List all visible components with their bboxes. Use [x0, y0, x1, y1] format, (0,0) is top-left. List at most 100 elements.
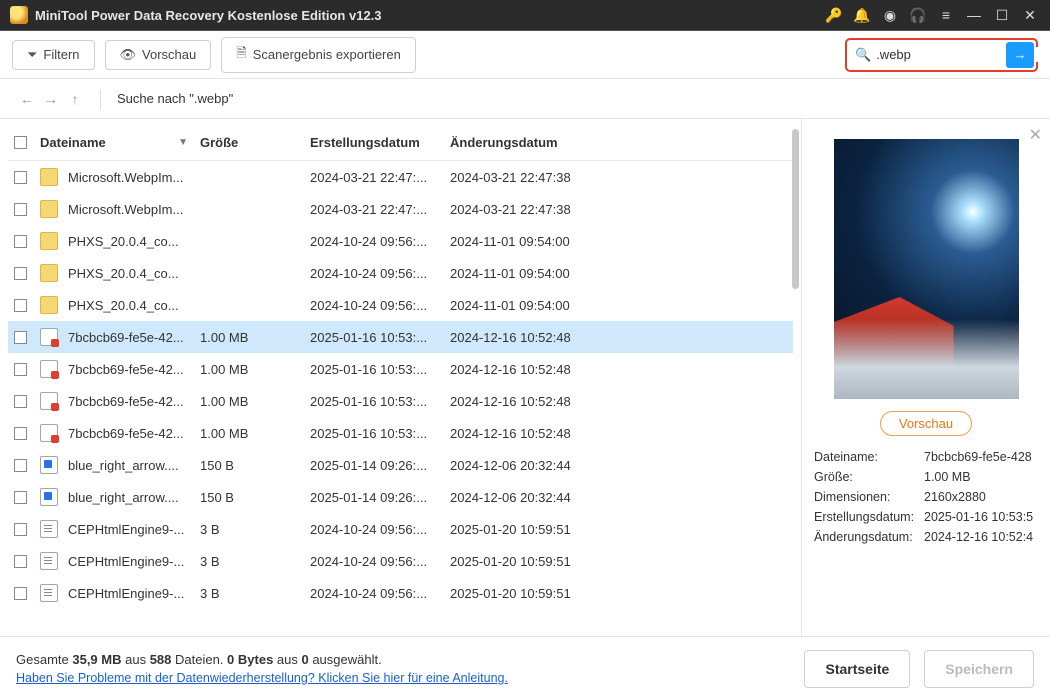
- breadcrumb: Suche nach ".webp": [117, 91, 233, 106]
- export-icon: 🗎: [236, 44, 246, 66]
- meta-label-size: Größe:: [814, 470, 924, 484]
- file-created: 2025-01-14 09:26:...: [310, 490, 450, 505]
- filter-label: Filtern: [43, 47, 79, 62]
- close-preview-icon[interactable]: ✕: [1029, 125, 1042, 145]
- file-modified: 2024-12-06 20:32:44: [450, 490, 600, 505]
- footer-summary: Gesamte 35,9 MB aus 588 Dateien. 0 Bytes…: [16, 652, 508, 667]
- file-created: 2025-01-14 09:26:...: [310, 458, 450, 473]
- table-row[interactable]: CEPHtmlEngine9-...3 B2024-10-24 09:56:..…: [8, 545, 793, 577]
- vertical-scrollbar[interactable]: [792, 129, 799, 289]
- table-header: Dateiname ▼ Größe Erstellungsdatum Änder…: [8, 125, 793, 161]
- table-row[interactable]: 7bcbcb69-fe5e-42...1.00 MB2025-01-16 10:…: [8, 353, 793, 385]
- row-checkbox[interactable]: [14, 427, 27, 440]
- close-window-button[interactable]: ✕: [1016, 1, 1044, 29]
- file-name: 7bcbcb69-fe5e-42...: [68, 330, 184, 345]
- home-button[interactable]: Startseite: [804, 650, 910, 688]
- row-checkbox[interactable]: [14, 171, 27, 184]
- row-checkbox[interactable]: [14, 459, 27, 472]
- toolbar: ⏷ Filtern 👁 Vorschau 🗎 Scanergebnis expo…: [0, 31, 1050, 79]
- search-box[interactable]: 🔍 ⓧ: [849, 42, 1004, 67]
- row-checkbox[interactable]: [14, 363, 27, 376]
- row-checkbox[interactable]: [14, 555, 27, 568]
- disc-icon[interactable]: ◉: [876, 1, 904, 29]
- table-row[interactable]: blue_right_arrow.... 150 B2025-01-14 09:2…: [8, 449, 793, 481]
- maximize-button[interactable]: ☐: [988, 1, 1016, 29]
- meta-value-dim: 2160x2880: [924, 490, 1038, 504]
- file-list-pane: Dateiname ▼ Größe Erstellungsdatum Änder…: [0, 119, 802, 636]
- row-checkbox[interactable]: [14, 331, 27, 344]
- table-row[interactable]: Microsoft.WebpIm...2024-03-21 22:47:...2…: [8, 161, 793, 193]
- filter-button[interactable]: ⏷ Filtern: [12, 40, 95, 70]
- row-checkbox[interactable]: [14, 587, 27, 600]
- col-created-header[interactable]: Erstellungsdatum: [310, 135, 450, 150]
- table-row[interactable]: PHXS_20.0.4_co...2024-10-24 09:56:...202…: [8, 257, 793, 289]
- preview-button[interactable]: Vorschau: [880, 411, 972, 436]
- file-name: CEPHtmlEngine9-...: [68, 586, 184, 601]
- file-icon: [40, 488, 58, 506]
- file-modified: 2024-12-06 20:32:44: [450, 458, 600, 473]
- funnel-icon: ⏷: [27, 47, 37, 63]
- row-checkbox[interactable]: [14, 235, 27, 248]
- meta-value-size: 1.00 MB: [924, 470, 1038, 484]
- save-button[interactable]: Speichern: [924, 650, 1034, 688]
- row-checkbox[interactable]: [14, 491, 27, 504]
- file-modified: 2025-01-20 10:59:51: [450, 554, 600, 569]
- export-label: Scanergebnis exportieren: [253, 47, 401, 62]
- license-key-icon[interactable]: 🔑: [820, 1, 848, 29]
- col-size-header[interactable]: Größe: [200, 135, 310, 150]
- support-icon[interactable]: 🎧: [904, 1, 932, 29]
- export-button[interactable]: 🗎 Scanergebnis exportieren: [221, 37, 416, 73]
- menu-icon[interactable]: ≡: [932, 1, 960, 29]
- file-created: 2025-01-16 10:53:...: [310, 362, 450, 377]
- row-checkbox[interactable]: [14, 299, 27, 312]
- folder-icon: [40, 200, 58, 218]
- nav-up-button[interactable]: ↑: [66, 91, 84, 107]
- preview-toolbar-button[interactable]: 👁 Vorschau: [105, 40, 212, 70]
- row-checkbox[interactable]: [14, 523, 27, 536]
- file-icon: [40, 328, 58, 346]
- meta-value-modified: 2024-12-16 10:52:4: [924, 530, 1038, 544]
- table-row[interactable]: blue_right_arrow.... 150 B2025-01-14 09:2…: [8, 481, 793, 513]
- file-modified: 2024-12-16 10:52:48: [450, 394, 600, 409]
- file-name: 7bcbcb69-fe5e-42...: [68, 362, 184, 377]
- main-content: Dateiname ▼ Größe Erstellungsdatum Änder…: [0, 119, 1050, 636]
- table-row[interactable]: PHXS_20.0.4_co...2024-10-24 09:56:...202…: [8, 225, 793, 257]
- folder-icon: [40, 232, 58, 250]
- row-checkbox[interactable]: [14, 267, 27, 280]
- file-created: 2024-03-21 22:47:...: [310, 202, 450, 217]
- meta-label-created: Erstellungsdatum:: [814, 510, 924, 524]
- file-name: blue_right_arrow....: [68, 458, 179, 473]
- nav-forward-button[interactable]: →: [42, 91, 60, 107]
- row-checkbox[interactable]: [14, 395, 27, 408]
- folder-icon: [40, 264, 58, 282]
- table-row[interactable]: 7bcbcb69-fe5e-42...1.00 MB2025-01-16 10:…: [8, 321, 793, 353]
- table-row[interactable]: PHXS_20.0.4_co...2024-10-24 09:56:...202…: [8, 289, 793, 321]
- search-go-button[interactable]: →: [1006, 42, 1034, 68]
- notifications-icon[interactable]: 🔔: [848, 1, 876, 29]
- file-name: blue_right_arrow....: [68, 490, 179, 505]
- minimize-button[interactable]: —: [960, 1, 988, 29]
- file-modified: 2024-11-01 09:54:00: [450, 298, 600, 313]
- col-modified-header[interactable]: Änderungsdatum: [450, 135, 600, 150]
- help-link[interactable]: Haben Sie Probleme mit der Datenwiederhe…: [16, 671, 508, 685]
- file-size: 150 B: [200, 458, 310, 473]
- table-row[interactable]: 7bcbcb69-fe5e-42...1.00 MB2025-01-16 10:…: [8, 417, 793, 449]
- file-modified: 2024-03-21 22:47:38: [450, 170, 600, 185]
- nav-back-button[interactable]: ←: [18, 91, 36, 107]
- file-name: PHXS_20.0.4_co...: [68, 234, 179, 249]
- file-size: 150 B: [200, 490, 310, 505]
- table-row[interactable]: 7bcbcb69-fe5e-42...1.00 MB2025-01-16 10:…: [8, 385, 793, 417]
- select-all-checkbox[interactable]: [14, 136, 27, 149]
- file-size: 1.00 MB: [200, 394, 310, 409]
- table-row[interactable]: CEPHtmlEngine9-... 3 B2024-10-24 09:56:..…: [8, 577, 793, 609]
- col-name-header[interactable]: Dateiname ▼: [40, 135, 200, 150]
- file-created: 2024-10-24 09:56:...: [310, 554, 450, 569]
- row-checkbox[interactable]: [14, 203, 27, 216]
- file-size: 3 B: [200, 586, 310, 601]
- file-created: 2024-10-24 09:56:...: [310, 586, 450, 601]
- file-icon: [40, 520, 58, 538]
- file-modified: 2025-01-20 10:59:51: [450, 586, 600, 601]
- app-logo-icon: [10, 6, 28, 24]
- table-row[interactable]: Microsoft.WebpIm...2024-03-21 22:47:...2…: [8, 193, 793, 225]
- table-row[interactable]: CEPHtmlEngine9-...3 B2024-10-24 09:56:..…: [8, 513, 793, 545]
